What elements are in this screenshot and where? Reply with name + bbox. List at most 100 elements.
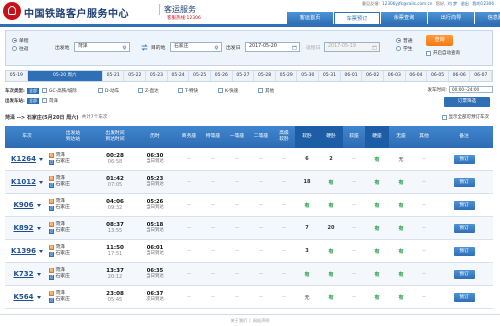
train-type-option[interactable]: 其他 (258, 88, 298, 94)
expand-triangle-icon[interactable] (36, 227, 41, 230)
column-header[interactable]: 出发时间 到达时间 (97, 126, 133, 148)
column-header[interactable]: 特等座 (201, 126, 225, 148)
date-tab[interactable]: 05-29 (276, 71, 298, 81)
trip-type-roundtrip[interactable]: 往返 (12, 44, 29, 52)
depart-time-select[interactable]: 00:00--24:00 (449, 86, 493, 93)
trip-type-oneway[interactable]: 单程 (12, 36, 29, 44)
date-tab[interactable]: 05-30 (297, 71, 320, 81)
expand-triangle-icon[interactable] (38, 250, 43, 253)
show-all-checkbox[interactable]: 显示全部可预订车次 (441, 114, 489, 120)
depart-date-label: 出发日 (226, 46, 241, 51)
book-button[interactable]: 预订 (453, 177, 475, 187)
date-tab[interactable]: 06-05 (427, 71, 449, 81)
train-number-link[interactable]: K732 (13, 270, 33, 278)
date-tab[interactable]: 06-06 (449, 71, 471, 81)
date-tab[interactable]: 06-07 (470, 71, 493, 81)
column-header[interactable]: 商务座 (177, 126, 201, 148)
train-type-option[interactable]: Z-直达 (138, 88, 178, 94)
train-type-option[interactable]: GC-高铁/城际 (42, 88, 98, 94)
footer-about-link[interactable]: 关于我们 (231, 318, 248, 323)
column-header[interactable]: 硬卧 (319, 126, 343, 148)
top-links: 意见反馈: 12306yjfk@rails.com.cn 您好, 刘 梦 退出 我的… (360, 1, 494, 7)
train-number-link[interactable]: K892 (13, 224, 33, 232)
feedback-email-link[interactable]: 12306yjfk@rails.com.cn (382, 1, 432, 6)
train-type-option[interactable]: D-动车 (98, 88, 138, 94)
date-tab[interactable]: 06-03 (384, 71, 406, 81)
book-button[interactable]: 预订 (453, 246, 475, 256)
column-header[interactable]: 软卧 (295, 126, 319, 148)
expand-triangle-icon[interactable] (36, 296, 41, 299)
time-cell: 11:50 17:51 (97, 240, 133, 262)
auto-query-checkbox[interactable]: 开启自动查询 (426, 50, 460, 56)
date-tab[interactable]: 06-02 (362, 71, 384, 81)
nav-travel-guide[interactable]: 出行向导 (428, 12, 474, 24)
train-number-link[interactable]: K1012 (11, 178, 36, 186)
from-station-input[interactable]: 菏泽 (74, 42, 130, 52)
footer-statement-link[interactable]: 网站声明 (253, 318, 270, 323)
expand-triangle-icon[interactable] (38, 181, 43, 184)
column-header[interactable]: 硬座 (365, 126, 389, 148)
swap-stations-icon[interactable] (141, 44, 148, 51)
column-header[interactable]: 无座 (389, 126, 413, 148)
book-button[interactable]: 预订 (453, 269, 475, 279)
column-header[interactable]: 其他 (413, 126, 435, 148)
train-number-link[interactable]: K906 (13, 201, 33, 209)
booking-filter-button[interactable]: 订票筛选 (444, 97, 490, 107)
column-header[interactable]: 出发站 到达站 (49, 126, 97, 148)
book-button[interactable]: 预订 (453, 223, 475, 233)
train-number-link[interactable]: K1264 (11, 155, 36, 163)
return-date-input[interactable]: 2017-05-19 (324, 42, 380, 52)
train-type-all-button[interactable]: 全部 (27, 87, 39, 94)
start-station-tag-icon: 始 (49, 245, 54, 251)
expand-triangle-icon[interactable] (38, 158, 43, 161)
column-header[interactable]: 高级 软卧 (273, 126, 295, 148)
train-number-link[interactable]: K1396 (11, 247, 36, 255)
railway-logo-icon[interactable] (3, 2, 21, 20)
date-tab[interactable]: 05-22 (124, 71, 147, 81)
book-button[interactable]: 预订 (453, 154, 475, 164)
nav-info-service[interactable]: 信息服务 (475, 12, 500, 24)
book-button[interactable]: 预订 (453, 200, 475, 210)
nav-ticket-booking[interactable]: 车票预订 (334, 12, 380, 24)
date-tab[interactable]: 05-31 (319, 71, 341, 81)
column-header[interactable]: 二等座 (249, 126, 273, 148)
my-12306-link[interactable]: 我的12306 (472, 1, 494, 6)
logout-link[interactable]: 退出 (461, 1, 469, 6)
train-number-link[interactable]: K564 (13, 293, 33, 301)
train-type-option[interactable]: T-特快 (178, 88, 218, 94)
nav-home[interactable]: 客运首页 (287, 12, 333, 24)
column-header[interactable]: 软座 (343, 126, 365, 148)
date-tab[interactable]: 05-24 (168, 71, 190, 81)
date-tab[interactable]: 05-23 (146, 71, 168, 81)
date-tab[interactable]: 05-21 (103, 71, 125, 81)
date-tab[interactable]: 05-27 (233, 71, 255, 81)
arrive-station: 石家庄 (55, 251, 70, 256)
column-header[interactable]: 一等座 (225, 126, 249, 148)
book-button[interactable]: 预订 (453, 292, 475, 302)
date-tab[interactable]: 06-01 (341, 71, 363, 81)
location-pin-icon (214, 45, 219, 50)
username-link[interactable]: 刘 梦 (448, 1, 458, 6)
seat-availability: -- (422, 294, 426, 300)
nav-remaining-tickets[interactable]: 余票查询 (381, 12, 427, 24)
date-tab[interactable]: 05-28 (254, 71, 276, 81)
date-tab[interactable]: 06-04 (406, 71, 428, 81)
column-header[interactable]: 备注 (435, 126, 493, 148)
footer: 关于我们 | 网站声明 (230, 318, 270, 323)
to-station-input[interactable]: 石家庄 (170, 42, 222, 52)
date-tab[interactable]: 05-25 (189, 71, 211, 81)
train-type-option[interactable]: K-快速 (218, 88, 258, 94)
expand-triangle-icon[interactable] (36, 204, 41, 207)
column-header[interactable]: 历时 (133, 126, 177, 148)
search-button[interactable]: 查询 (426, 35, 453, 46)
date-tab[interactable]: 05-26 (211, 71, 233, 81)
passenger-type-normal[interactable]: 普通 (396, 36, 413, 44)
expand-triangle-icon[interactable] (36, 273, 41, 276)
date-tab[interactable]: 05-19 (6, 71, 28, 81)
station-option-heze[interactable]: 菏泽 (42, 98, 90, 104)
passenger-type-student[interactable]: 学生 (396, 44, 413, 52)
depart-date-input[interactable]: 2017-05-20 (245, 42, 300, 52)
date-tab[interactable]: 05-20 周六 (27, 71, 103, 81)
column-header[interactable]: 车次 (5, 126, 49, 148)
station-all-button[interactable]: 全部 (27, 97, 39, 104)
